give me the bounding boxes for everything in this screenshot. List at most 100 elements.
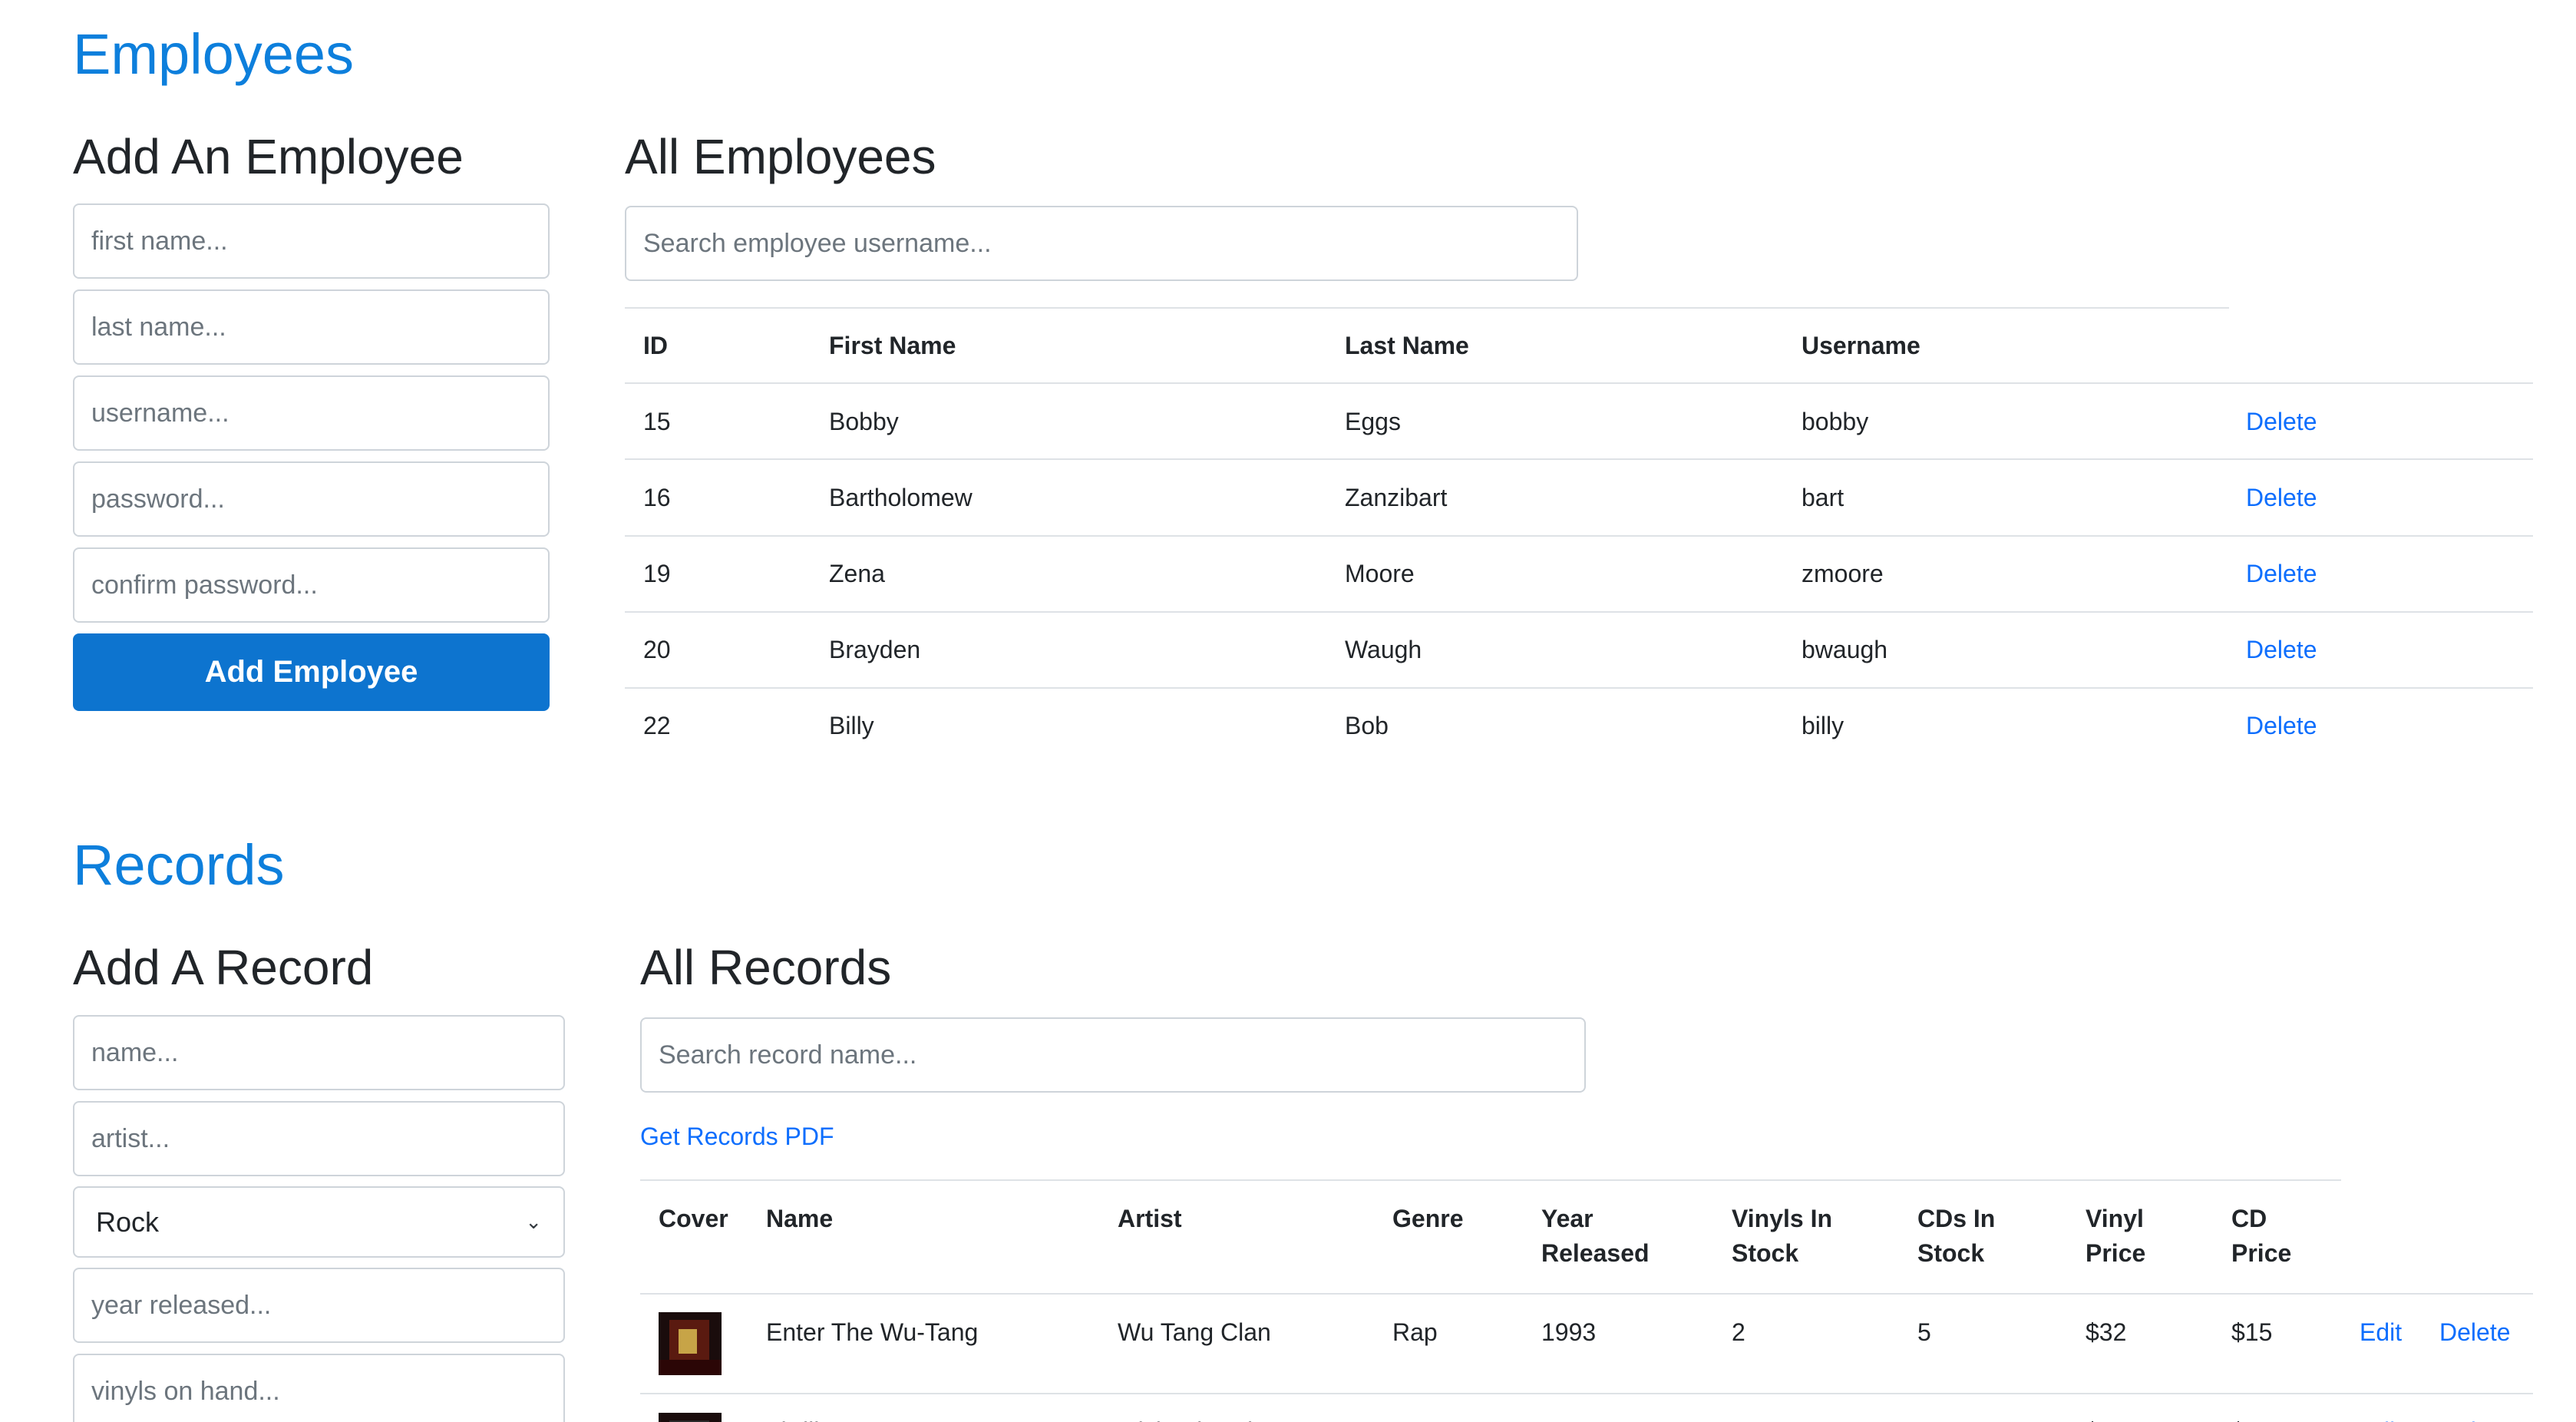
- record-vinyls-in-stock: 2: [1732, 1414, 1745, 1422]
- header-line-1: CD: [2231, 1205, 2267, 1232]
- add-record-title: Add A Record: [73, 940, 374, 995]
- record-vinyls-in-stock: 2: [1732, 1318, 1745, 1346]
- col-header-id: ID: [643, 332, 668, 359]
- employee-delete-link[interactable]: Delete: [2246, 557, 2317, 591]
- header-line-2: Price: [2086, 1238, 2146, 1267]
- table-divider: [640, 1393, 2533, 1394]
- employee-first-name: Bartholomew: [829, 484, 973, 511]
- record-cds-in-stock: 5: [1917, 1318, 1931, 1346]
- get-records-pdf-link[interactable]: Get Records PDF: [640, 1119, 834, 1154]
- col-header-name: Name: [766, 1205, 834, 1232]
- employees-section-title: Employees: [73, 22, 355, 86]
- employee-delete-link[interactable]: Delete: [2246, 709, 2317, 743]
- employee-id: 19: [643, 560, 671, 587]
- table-divider: [640, 1293, 2533, 1295]
- employee-delete-link[interactable]: Delete: [2246, 633, 2317, 667]
- record-genre: Rap: [1392, 1318, 1438, 1346]
- employee-username: bart: [1802, 484, 1844, 511]
- album-cover-image: [659, 1413, 722, 1422]
- employee-id: 15: [643, 408, 671, 435]
- employee-first-name: Zena: [829, 560, 885, 587]
- record-artist-input[interactable]: [73, 1101, 565, 1176]
- vinyls-on-hand-input[interactable]: [73, 1354, 565, 1422]
- table-divider: [625, 535, 2533, 537]
- col-header-vinyls-in-stock: Vinyls In Stock: [1732, 1202, 1832, 1271]
- record-year: 1993: [1541, 1318, 1597, 1346]
- col-header-first-name: First Name: [829, 332, 956, 359]
- record-search-input[interactable]: [640, 1017, 1586, 1093]
- record-name: Thriller: [766, 1414, 841, 1422]
- header-line-2: Released: [1541, 1238, 1650, 1267]
- employees-table-top-border: [625, 307, 2229, 309]
- chevron-down-icon: ⌄: [525, 1210, 542, 1233]
- password-input[interactable]: [73, 461, 550, 537]
- record-cd-price: $17: [2231, 1414, 2272, 1422]
- record-delete-link[interactable]: Delete: [2439, 1315, 2511, 1350]
- record-cds-in-stock: 4: [1917, 1414, 1931, 1422]
- record-edit-link[interactable]: Edit: [2360, 1414, 2402, 1422]
- year-released-input[interactable]: [73, 1268, 565, 1343]
- add-employee-button[interactable]: Add Employee: [73, 633, 550, 711]
- header-line-1: Vinyl: [2086, 1205, 2144, 1232]
- employee-id: 22: [643, 712, 671, 739]
- col-header-cover: Cover: [659, 1205, 728, 1232]
- record-artist: Wu Tang Clan: [1118, 1318, 1271, 1346]
- record-genre: Pop: [1392, 1414, 1436, 1422]
- table-divider: [625, 382, 2533, 384]
- all-employees-title: All Employees: [625, 129, 936, 184]
- employee-id: 20: [643, 636, 671, 663]
- add-employee-title: Add An Employee: [73, 129, 464, 184]
- col-header-cd-price: CD Price: [2231, 1202, 2291, 1271]
- record-artist: Michael Jackson: [1118, 1414, 1300, 1422]
- record-year: 1983: [1541, 1414, 1596, 1422]
- employee-username: zmoore: [1802, 560, 1884, 587]
- records-table-top-border: [640, 1179, 2341, 1181]
- employee-first-name: Brayden: [829, 636, 921, 663]
- header-line-2: Stock: [1917, 1238, 1985, 1267]
- col-header-artist: Artist: [1118, 1205, 1182, 1232]
- employee-username: bwaugh: [1802, 636, 1888, 663]
- employee-last-name: Eggs: [1345, 408, 1401, 435]
- album-cover-image: [659, 1312, 722, 1375]
- record-delete-link[interactable]: Delete: [2439, 1414, 2511, 1422]
- table-divider: [625, 611, 2533, 613]
- header-line-2: Price: [2231, 1238, 2292, 1267]
- col-header-cds-in-stock: CDs In Stock: [1917, 1202, 1995, 1271]
- username-input[interactable]: [73, 375, 550, 451]
- record-name-input[interactable]: [73, 1015, 565, 1090]
- employee-last-name: Moore: [1345, 560, 1415, 587]
- first-name-input[interactable]: [73, 203, 550, 279]
- col-header-genre: Genre: [1392, 1205, 1464, 1232]
- employee-first-name: Bobby: [829, 408, 899, 435]
- employee-search-input[interactable]: [625, 206, 1578, 281]
- record-edit-link[interactable]: Edit: [2360, 1315, 2402, 1350]
- col-header-last-name: Last Name: [1345, 332, 1469, 359]
- employee-first-name: Billy: [829, 712, 874, 739]
- header-line-1: CDs In: [1917, 1205, 1996, 1232]
- employee-username: billy: [1802, 712, 1844, 739]
- record-vinyl-price: $31: [2086, 1414, 2126, 1422]
- records-section-title: Records: [73, 833, 285, 897]
- record-vinyl-price: $32: [2086, 1318, 2127, 1346]
- all-records-title: All Records: [640, 940, 892, 995]
- genre-select[interactable]: Rock ⌄: [73, 1186, 565, 1258]
- employee-last-name: Zanzibart: [1345, 484, 1448, 511]
- record-name: Enter The Wu-Tang: [766, 1318, 979, 1346]
- employee-username: bobby: [1802, 408, 1869, 435]
- col-header-year-released: Year Released: [1541, 1202, 1650, 1271]
- employee-delete-link[interactable]: Delete: [2246, 481, 2317, 515]
- table-divider: [625, 458, 2533, 460]
- header-line-1: Year: [1541, 1205, 1593, 1232]
- genre-select-value: Rock: [96, 1205, 160, 1238]
- header-line-2: Stock: [1732, 1238, 1799, 1267]
- employee-delete-link[interactable]: Delete: [2246, 405, 2317, 439]
- employee-id: 16: [643, 484, 671, 511]
- col-header-username: Username: [1802, 332, 1920, 359]
- header-line-1: Vinyls In: [1732, 1205, 1833, 1232]
- employee-last-name: Bob: [1345, 712, 1389, 739]
- table-divider: [625, 687, 2533, 689]
- employee-last-name: Waugh: [1345, 636, 1422, 663]
- last-name-input[interactable]: [73, 289, 550, 365]
- col-header-vinyl-price: Vinyl Price: [2086, 1202, 2145, 1271]
- confirm-password-input[interactable]: [73, 547, 550, 623]
